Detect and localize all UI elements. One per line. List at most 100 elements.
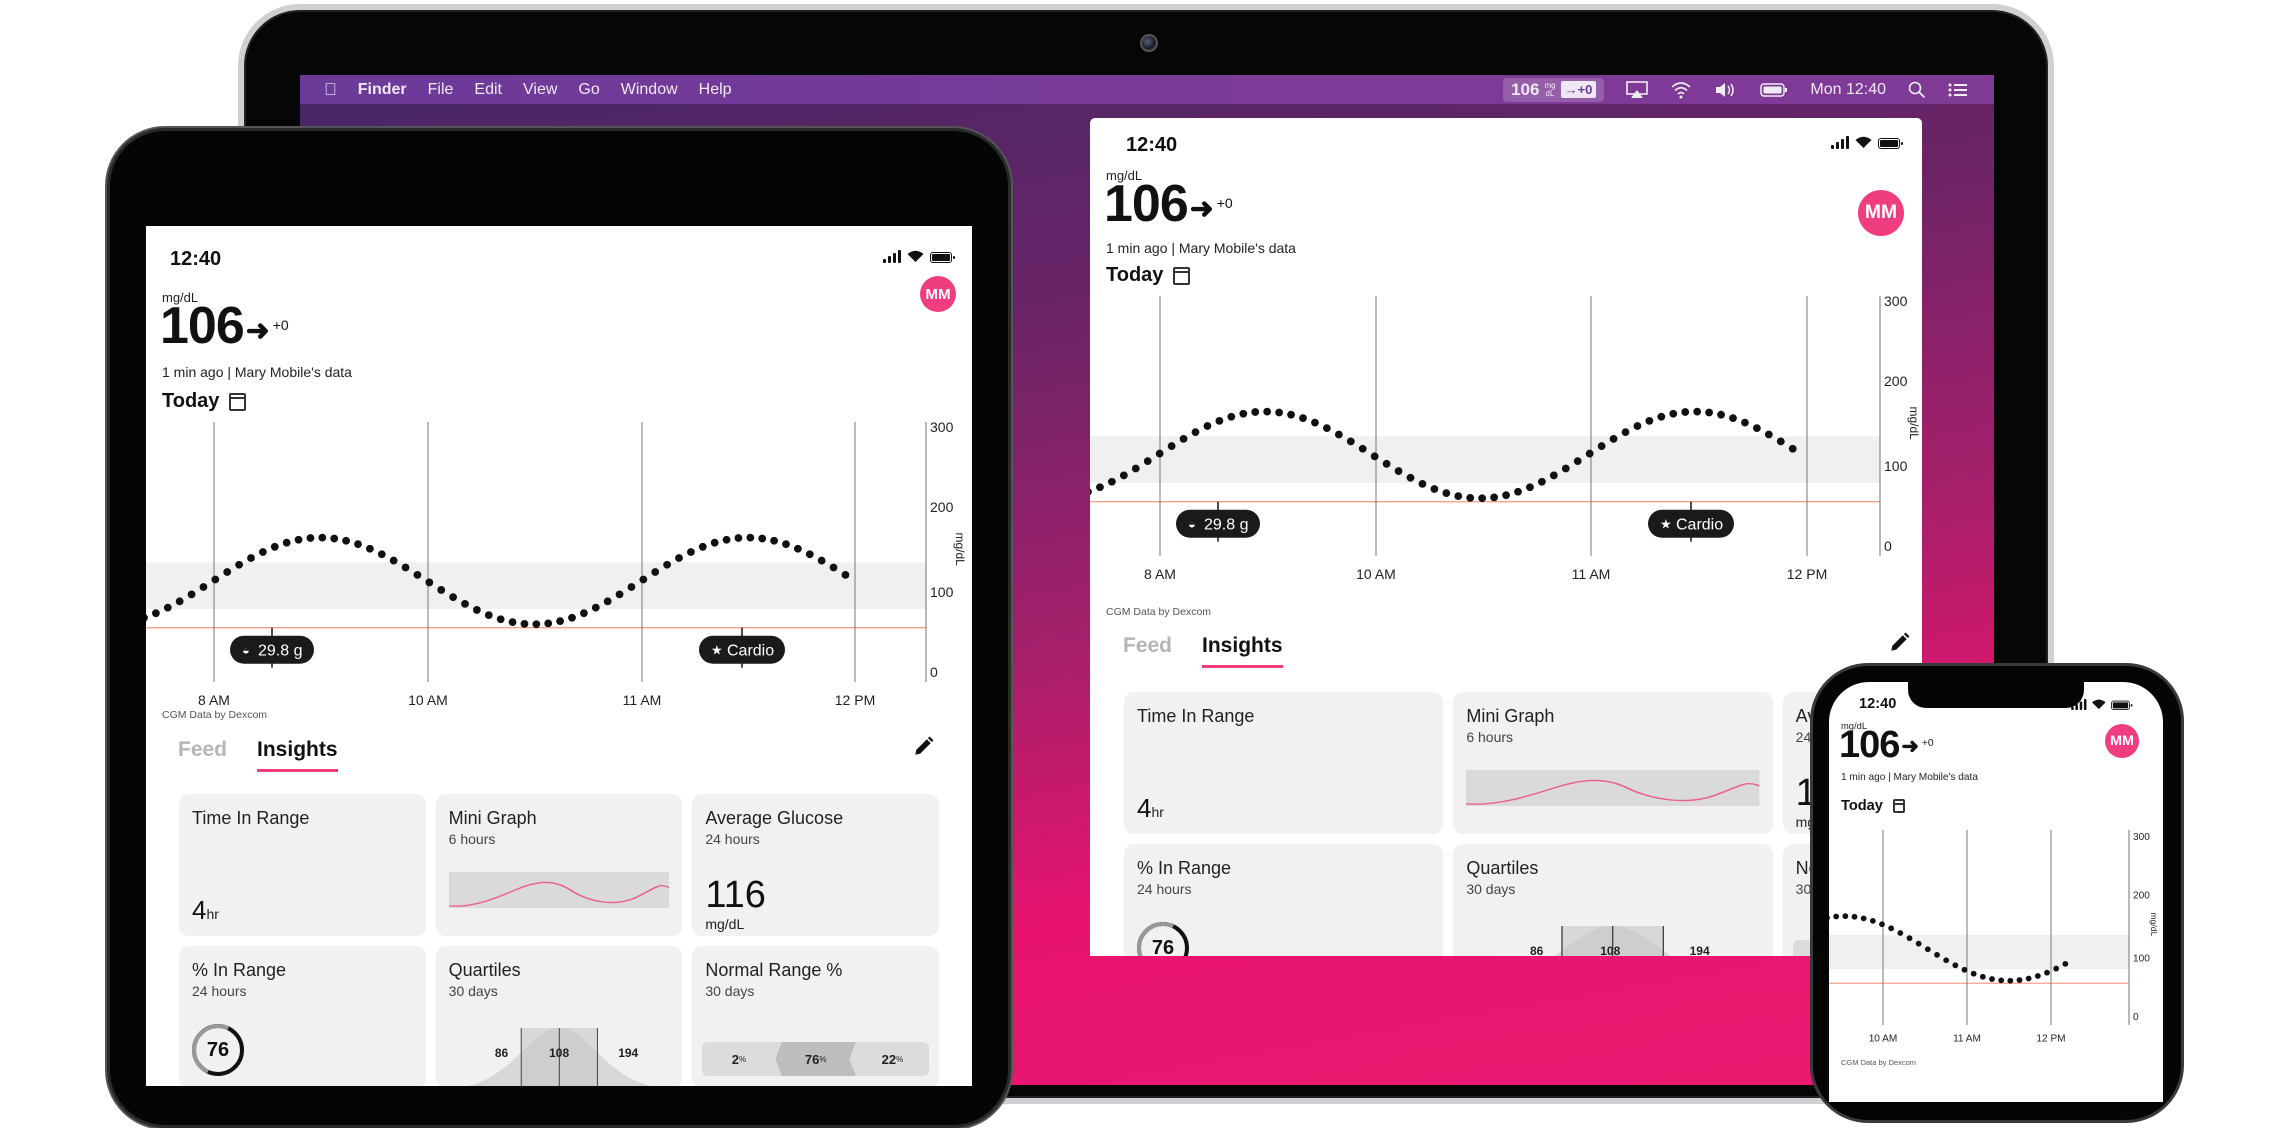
glucose-reading-dot [1490, 493, 1499, 502]
tab-insights[interactable]: Insights [1202, 634, 1283, 668]
glucose-reading-dot [568, 613, 576, 622]
glucose-chart: 8 AM 10 AM 11 AM 12 PM 300 200 100 0 mg/dL ◒ 29.8 … [146, 419, 967, 708]
avatar[interactable]: MM [1858, 190, 1904, 236]
wifi-icon[interactable] [1670, 81, 1692, 99]
glucose-value: 106 [160, 297, 245, 355]
glucose-reading-dot [1573, 457, 1582, 466]
card-mini-graph[interactable]: Mini Graph 6 hours [1453, 692, 1773, 834]
apple-logo-icon[interactable]:  [324, 80, 337, 100]
card-time-in-range[interactable]: Time In Range 4hr [1124, 692, 1444, 834]
bowl-icon: ◒ [1188, 517, 1196, 532]
card-title: Mini Graph [448, 808, 537, 828]
tab-insights[interactable]: Insights [257, 738, 338, 772]
event-marker-carbs[interactable]: ◒ 29.8 g [230, 627, 314, 668]
event-marker-carbs[interactable]: ◒ 29.8 g [1176, 501, 1260, 542]
glucose-reading-dot [1717, 410, 1725, 419]
glucose-reading-dot [146, 614, 148, 622]
last-update-text: 1 min ago | Mary Mobile's data [162, 364, 352, 380]
glucose-reading-dot [639, 575, 648, 584]
glucose-reading-dot [258, 548, 267, 556]
glucose-reading-dot [1657, 412, 1666, 421]
glucose-reading-dot [1251, 408, 1260, 416]
date-selector[interactable]: Today [1841, 798, 1906, 814]
glucose-reading-dot [1275, 408, 1284, 417]
trend-delta: +0 [1216, 195, 1233, 212]
bowl-icon: ◒ [242, 643, 250, 658]
glucose-reading-dot [306, 534, 315, 542]
glucose-reading-dot [282, 538, 291, 547]
x-tick-label: 11 AM [1953, 1033, 1981, 1044]
glucose-reading-dot [1998, 977, 2005, 984]
menu-go[interactable]: Go [578, 81, 599, 99]
calendar-icon[interactable] [1892, 799, 1906, 813]
glucose-reading-dot [425, 578, 434, 587]
battery-icon[interactable] [1760, 82, 1788, 98]
menubar-trend: →+0 [1560, 81, 1597, 98]
card-subtitle: 6 hours [448, 831, 496, 847]
date-selector[interactable]: Today [162, 390, 247, 413]
notification-center-icon[interactable] [1948, 82, 1968, 98]
card-average-glucose[interactable]: Average Glucose 24 hours 116 mg/dL [692, 794, 939, 936]
card-value: 4hr [1137, 793, 1164, 823]
menu-finder[interactable]: Finder [358, 81, 407, 99]
calendar-icon[interactable] [229, 392, 247, 411]
glucose-reading-dot [1418, 479, 1427, 488]
card-value: 4hr [192, 895, 219, 925]
airplay-icon[interactable] [1626, 80, 1649, 99]
glucose-reading-dot [1179, 434, 1188, 443]
glucose-reading-dot [758, 534, 767, 543]
glucose-reading-dot [342, 536, 351, 545]
avatar[interactable]: MM [2105, 724, 2139, 758]
glucose-reading-dot [211, 575, 220, 584]
date-label: Today [1106, 264, 1164, 286]
card-title: Normal Range % [705, 960, 843, 980]
glucose-reading-dot [1346, 437, 1355, 446]
glucose-reading-dot [1096, 483, 1104, 492]
glucose-reading-dot [734, 534, 743, 542]
menubar-clock[interactable]: Mon 12:40 [1810, 81, 1886, 99]
menu-edit[interactable]: Edit [474, 81, 502, 99]
date-selector[interactable]: Today [1106, 264, 1191, 287]
glucose-menubar-widget[interactable]: 106 mg dL →+0 [1503, 77, 1605, 102]
glucose-reading-dot [401, 563, 410, 572]
running-icon: ★ [711, 643, 723, 658]
calendar-icon[interactable] [1173, 266, 1191, 285]
tab-feed[interactable]: Feed [1123, 634, 1172, 658]
avatar[interactable]: MM [920, 276, 956, 312]
card-time-in-range[interactable]: Time In Range 4hr [179, 794, 426, 936]
glucose-reading-dot [1107, 477, 1116, 486]
trend-arrow-icon: ➜ [1189, 193, 1214, 226]
menu-view[interactable]: View [523, 81, 557, 99]
glucose-reading-dot [532, 620, 541, 629]
cgm-credit: CGM Data by Dexcom [1106, 606, 1212, 618]
card-quartiles[interactable]: Quartiles 30 days 86 108 194 [1453, 844, 1773, 956]
y-tick-label: 200 [1884, 373, 1908, 389]
glucose-reading-dot [2044, 969, 2050, 976]
glucose-reading-dot [472, 606, 481, 614]
glucose-reading-dot [354, 540, 362, 549]
card-percent-in-range[interactable]: % In Range 24 hours 76 [179, 946, 426, 1086]
edit-pencil-icon[interactable] [1888, 632, 1910, 654]
y-tick-label: 0 [2133, 1012, 2139, 1023]
event-marker-exercise[interactable]: ★ Cardio [1648, 501, 1734, 542]
edit-pencil-icon[interactable] [912, 736, 934, 758]
date-label: Today [1841, 798, 1883, 814]
glucose-reading-dot [1669, 409, 1678, 418]
card-normal-range[interactable]: Normal Range % 30 days 2% 76% 22% [692, 946, 939, 1086]
menu-help[interactable]: Help [699, 81, 732, 99]
x-tick-label: 10 AM [408, 692, 448, 708]
menu-window[interactable]: Window [621, 81, 678, 99]
wifi-icon [2092, 699, 2106, 710]
card-quartiles[interactable]: Quartiles 30 days 86 108 194 [435, 946, 683, 1086]
tab-feed[interactable]: Feed [178, 738, 227, 762]
x-tick-label: 10 AM [1356, 566, 1396, 582]
card-mini-graph[interactable]: Mini Graph 6 hours [435, 794, 683, 936]
glucose-reading-dot [1952, 962, 1959, 969]
spotlight-search-icon[interactable] [1908, 81, 1926, 99]
volume-icon[interactable] [1714, 81, 1738, 99]
event-marker-exercise[interactable]: ★ Cardio [699, 627, 785, 668]
q3-label: 194 [1689, 944, 1710, 956]
menu-file[interactable]: File [428, 81, 454, 99]
glucose-reading-dot [1090, 488, 1092, 496]
card-percent-in-range[interactable]: % In Range 24 hours 76 [1124, 844, 1444, 956]
